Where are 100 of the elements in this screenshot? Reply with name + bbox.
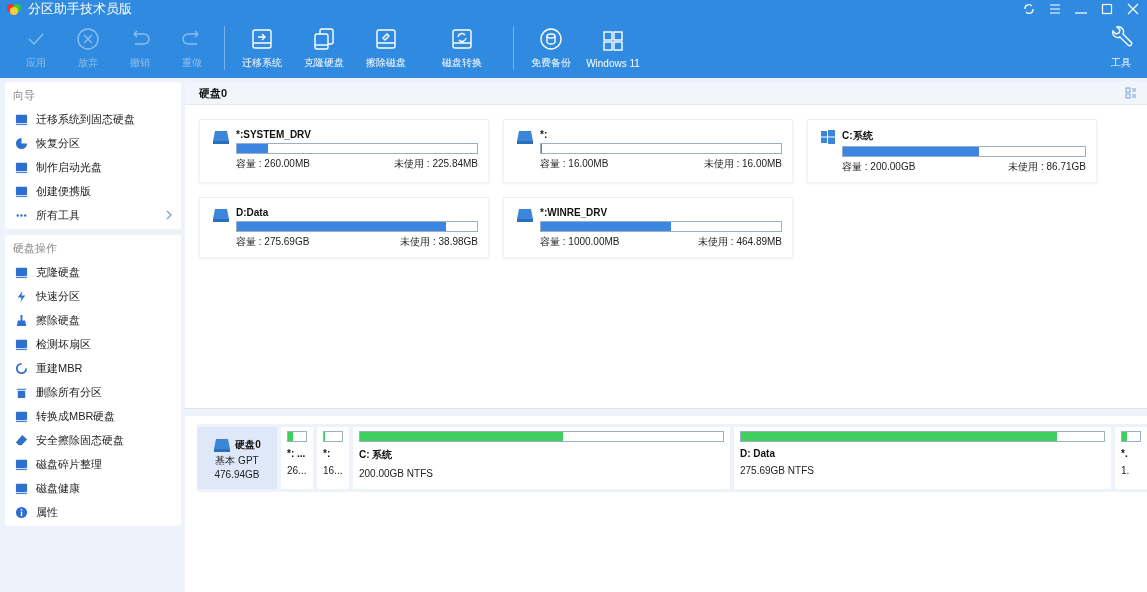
sidebar-item[interactable]: 克隆硬盘 [5,260,181,284]
sidebar-item-label: 制作启动光盘 [36,159,103,175]
section-title: 向导 [12,88,36,103]
eraser-icon [15,433,28,447]
sidebar-item-label: 转换成MBR硬盘 [36,408,117,424]
sidebar-item-label: 恢复分区 [36,135,81,151]
close-button[interactable] [1125,1,1141,17]
partition-name: *: [323,448,332,459]
partition-name: *: ... [287,448,307,459]
toolbar-button[interactable]: 磁盘转换 [417,18,507,78]
sidebar-item-label: 检测坏扇区 [36,336,92,352]
disk-size: 476.94GB [214,468,260,480]
window-title: 分区助手技术员版 [28,0,132,18]
partition-info: 1. [1121,465,1131,476]
free-space-text: 未使用 : 16.00MB [703,157,782,171]
toolbar-button[interactable]: Windows 11 [582,18,644,78]
sidebar-item[interactable]: 磁盘碎片整理 [5,452,181,476]
lightning-icon [15,289,28,303]
refresh-button[interactable] [1021,1,1037,17]
partition-name: C: 系统 [359,448,394,462]
free-space-text: 未使用 : 464.89MB [698,235,782,249]
partition-name: *:SYSTEM_DRV [236,129,312,140]
partition-name: D: Data [740,448,776,459]
sidebar-item[interactable]: 磁盘健康 [5,476,181,500]
sidebar-item[interactable]: 迁移系统到固态硬盘 [5,107,181,131]
sidebar-item[interactable]: 安全擦除固态硬盘 [5,428,181,452]
sidebar-item[interactable]: 创建便携版 [5,179,181,203]
free-space-text: 未使用 : 86.71GB [1008,160,1086,174]
sidebar-item-label: 快速分区 [36,288,81,304]
partition-block[interactable]: C: 系统 200.00GB NTFS [353,427,730,489]
refresh-icon [15,361,28,375]
view-toggle-icon[interactable] [1125,87,1137,99]
sidebar-item[interactable]: 转换成MBR硬盘 [5,404,181,428]
cancel-icon [75,26,101,52]
backup-icon [538,26,564,52]
sidebar-item[interactable]: 恢复分区 [5,131,181,155]
sidebar-item[interactable]: 所有工具 [5,203,181,227]
sidebar-item-label: 磁盘碎片整理 [36,456,103,472]
capacity-text: 容量 : 1000.00MB [540,235,620,249]
windows-logo-icon [820,129,836,145]
partition-card[interactable]: D:Data 容量 : 275.69GB 未使用 : 38.98GB [199,197,489,258]
partition-info: 26... [287,465,307,476]
disk-summary[interactable]: 硬盘0 基本 GPT 476.94GB [197,427,277,489]
partition-card[interactable]: C:系统 容量 : 200.00GB 未使用 : 86.71GB [807,119,1097,183]
toolbar-button[interactable]: 擦除磁盘 [355,18,417,78]
sidebar-item-label: 创建便携版 [36,183,92,199]
disk-type: 基本 GPT [215,453,259,468]
sidebar-item-label: 克隆硬盘 [36,264,81,280]
sidebar-item-label: 擦除硬盘 [36,312,81,328]
app-logo-icon [6,2,22,16]
partition-info: 16... [323,465,343,476]
partition-info: 200.00GB NTFS [359,468,434,479]
partition-name: C:系统 [842,129,874,143]
disk-name: 硬盘0 [235,437,261,452]
partition-card[interactable]: *:SYSTEM_DRV 容量 : 260.00MB 未使用 : 225.84MB [199,119,489,183]
drive-eraser-icon [373,26,399,52]
capacity-text: 容量 : 16.00MB [540,157,609,171]
toolbar-button[interactable]: 免费备份 [520,18,582,78]
sidebar-item[interactable]: 属性 [5,500,181,524]
info-icon [15,505,28,519]
free-space-text: 未使用 : 38.98GB [400,235,478,249]
maximize-button[interactable] [1099,1,1115,17]
broom-icon [15,313,28,327]
sidebar-item[interactable]: 快速分区 [5,284,181,308]
menu-button[interactable] [1047,1,1063,17]
toolbar-button[interactable]: 克隆硬盘 [293,18,355,78]
partition-block[interactable]: *. 1. [1115,427,1147,489]
sidebar-item-label: 迁移系统到固态硬盘 [36,111,136,127]
sidebar-item-label: 所有工具 [36,207,81,223]
sidebar-item-label: 删除所有分区 [36,384,103,400]
sidebar-item[interactable]: 擦除硬盘 [5,308,181,332]
drive-convert-icon [449,26,475,52]
capacity-text: 容量 : 275.69GB [236,235,310,249]
partition-block[interactable]: *: ... 26... [281,427,313,489]
sidebar-item-label: 重建MBR [36,360,84,376]
section-title: 硬盘操作 [12,241,58,256]
sidebar-item-label: 属性 [36,504,59,520]
sidebar-item[interactable]: 删除所有分区 [5,380,181,404]
partition-card[interactable]: *: 容量 : 16.00MB 未使用 : 16.00MB [503,119,793,183]
sidebar-item[interactable]: 检测坏扇区 [5,332,181,356]
minimize-icon [1075,12,1087,14]
partition-name: *: [540,129,549,140]
partition-info: 275.69GB NTFS [740,465,815,476]
partition-block[interactable]: *: 16... [317,427,349,489]
toolbar-button[interactable]: 迁移系统 [231,18,293,78]
sidebar-item[interactable]: 重建MBR [5,356,181,380]
partition-card[interactable]: *:WINRE_DRV 容量 : 1000.00MB 未使用 : 464.89MB [503,197,793,258]
disk-title: 硬盘0 [199,85,229,101]
tools-button[interactable]: 工具 [1103,18,1139,78]
partition-block[interactable]: D: Data 275.69GB NTFS [734,427,1111,489]
capacity-text: 容量 : 200.00GB [842,160,916,174]
partition-name: *:WINRE_DRV [540,207,609,218]
capacity-text: 容量 : 260.00MB [236,157,310,171]
partition-name: *. [1121,448,1129,459]
sidebar-item[interactable]: 制作启动光盘 [5,155,181,179]
clone-drives-icon [311,26,337,52]
splitter-bar[interactable] [185,408,1147,416]
sidebar-item-label: 安全擦除固态硬盘 [36,432,125,448]
sidebar-item-label: 磁盘健康 [36,480,81,496]
pie-chart-icon [15,136,28,150]
